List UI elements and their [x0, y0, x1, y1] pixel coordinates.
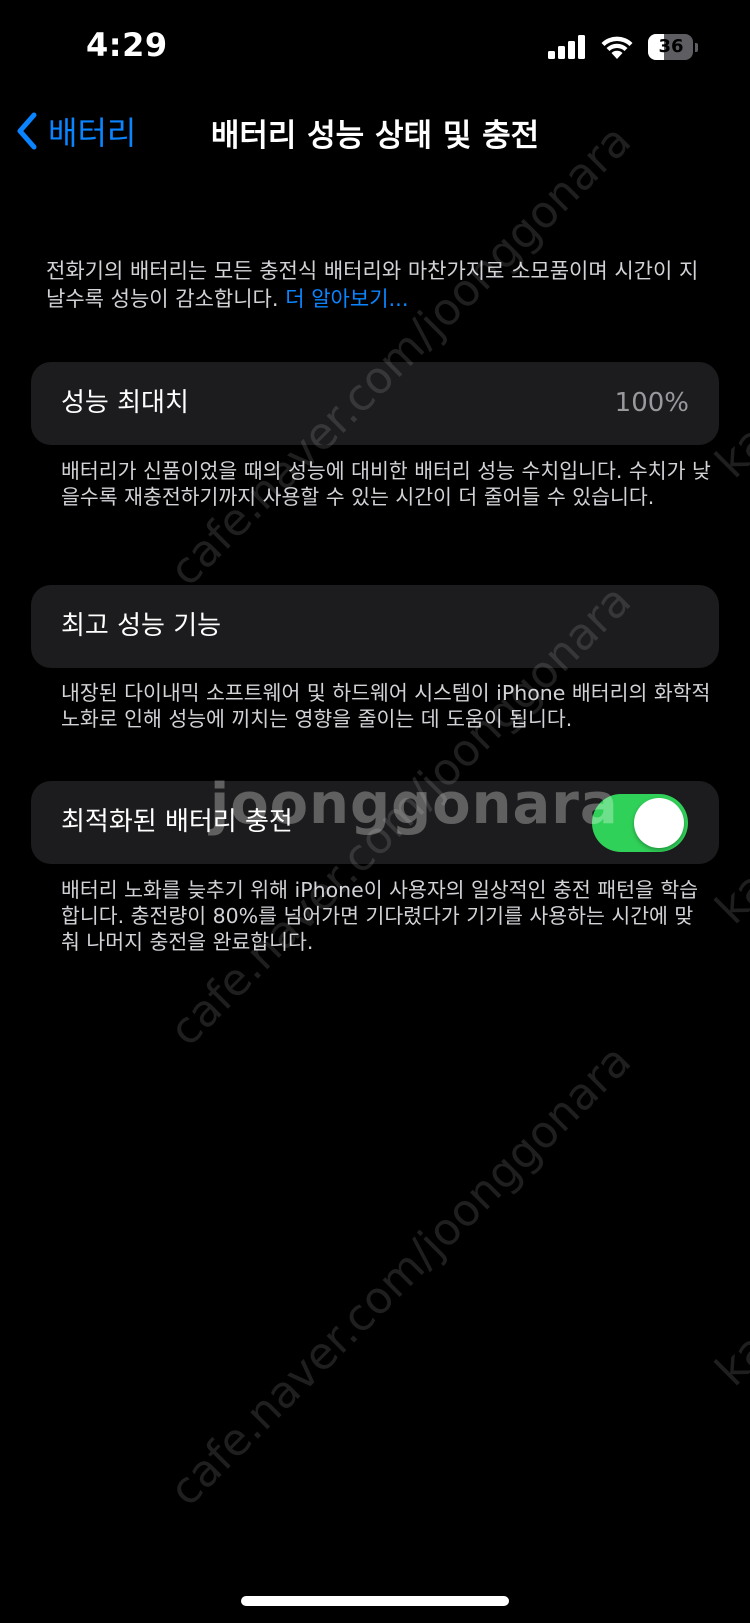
watermark-text: cafe.naver.com/joonggonara	[160, 115, 641, 597]
battery-icon: 36	[648, 34, 698, 60]
learn-more-link[interactable]: 더 알아보기...	[285, 287, 408, 311]
maximum-capacity-value: 100%	[614, 388, 689, 418]
toggle-knob	[634, 798, 684, 848]
battery-level-text: 36	[658, 36, 684, 57]
peak-performance-row: 최고 성능 기능	[31, 585, 719, 668]
home-indicator	[241, 1596, 509, 1606]
status-bar: 4:29 36	[0, 0, 750, 100]
battery-tip	[695, 42, 698, 52]
navigation-bar: 배터리 배터리 성능 상태 및 충전	[0, 100, 750, 164]
status-icons: 36	[548, 34, 698, 60]
maximum-capacity-row: 성능 최대치 100%	[31, 362, 719, 445]
battery-body: 36	[648, 34, 694, 60]
optimized-charging-footer: 배터리 노화를 늦추기 위해 iPhone이 사용자의 일상적인 충전 패턴을 …	[61, 878, 699, 954]
maximum-capacity-footer: 배터리가 신품이었을 때의 성능에 대비한 배터리 성능 수치입니다. 수치가 …	[61, 459, 711, 509]
status-time: 4:29	[86, 26, 168, 64]
watermark-text: cafe.naver.com/joonggonara	[160, 1035, 641, 1517]
peak-performance-footer: 내장된 다이내믹 소프트웨어 및 하드웨어 시스템이 iPhone 배터리의 화…	[61, 681, 711, 731]
cellular-signal-icon	[548, 35, 585, 59]
page-title: 배터리 성능 상태 및 충전	[210, 118, 540, 154]
watermark-side-text: ka	[706, 861, 750, 935]
optimized-charging-label: 최적화된 배터리 충전	[61, 807, 293, 837]
maximum-capacity-label: 성능 최대치	[61, 388, 189, 418]
optimized-charging-row: 최적화된 배터리 충전	[31, 781, 719, 864]
peak-performance-label: 최고 성능 기능	[61, 611, 222, 641]
wifi-icon	[601, 36, 633, 59]
optimized-charging-toggle[interactable]	[592, 794, 688, 852]
intro-description: 전화기의 배터리는 모든 충전식 배터리와 마찬가지로 소모품이며 시간이 지날…	[46, 257, 706, 313]
watermark-side-text: ka	[706, 1323, 750, 1397]
